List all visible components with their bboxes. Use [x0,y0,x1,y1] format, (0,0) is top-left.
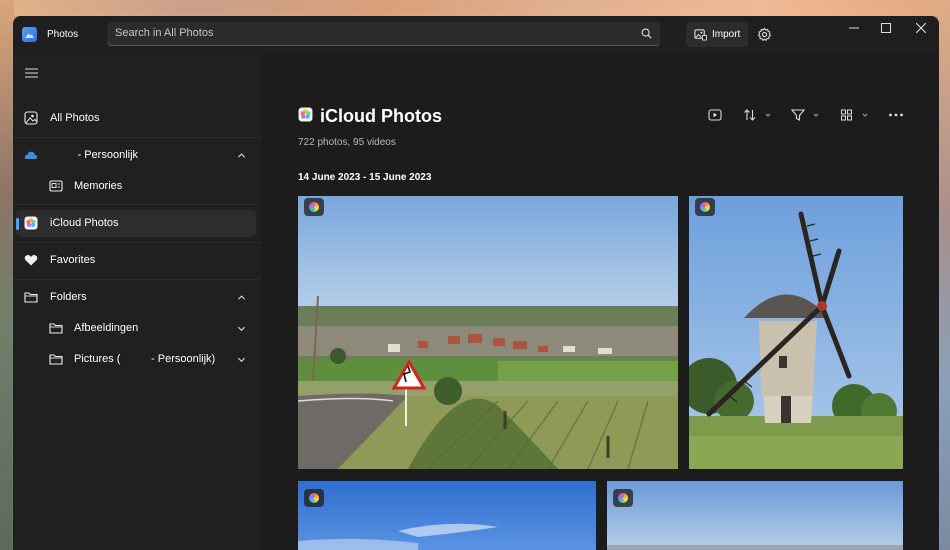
photo-thumbnail[interactable] [607,481,903,550]
photo-windmill [689,196,903,469]
photo-thumbnail[interactable] [298,481,596,550]
icloud-badge-icon [695,198,715,216]
sidebar-divider [13,204,261,205]
item-count: 722 photos, 95 videos [298,137,396,148]
slideshow-icon [708,109,722,121]
sidebar-item-label: iCloud Photos [50,217,119,229]
sidebar-item-label: Afbeeldingen [74,322,139,334]
icloud-photos-icon [298,107,313,122]
sidebar-item-label: Pictures ( - Persoonlijk) [74,353,216,365]
sidebar-item-favorites[interactable]: Favorites [16,247,256,274]
sidebar-item-label: Favorites [50,254,96,266]
photo-thumbnail[interactable] [298,196,678,469]
import-button[interactable]: Import [686,22,748,47]
chevron-down-icon[interactable] [237,355,246,364]
filter-icon [791,109,819,121]
view-icon [841,109,868,121]
import-icon [694,29,707,41]
folder-icon [49,354,63,365]
sidebar-item-pictures[interactable]: Pictures ( - Persoonlijk) [16,346,256,373]
sidebar-item-all-photos[interactable]: All Photos [16,105,256,132]
search-input[interactable]: Search in All Photos [107,22,660,46]
maximize-icon[interactable] [881,23,891,33]
chevron-down-icon[interactable] [237,324,246,333]
sidebar: All Photos - Persoonlijk Memories iCloud… [13,54,261,550]
active-indicator [16,218,19,230]
onedrive-cloud-icon [24,151,38,159]
photo-road-village [298,196,678,469]
heart-icon [24,254,38,266]
folder-icon [49,323,63,334]
more-icon [889,113,903,117]
photo-blue-sky-horizon [607,481,903,550]
chevron-up-icon[interactable] [237,151,246,160]
view-options-button[interactable] [840,108,872,122]
sidebar-divider [13,242,261,243]
slideshow-button[interactable] [708,108,722,122]
folder-icon [24,292,38,303]
photo-blue-sky-clouds [298,481,596,550]
settings-gear-icon[interactable] [757,27,772,42]
more-options-button[interactable] [888,108,904,122]
sidebar-item-label: - Persoonlijk [50,149,139,161]
sidebar-item-onedrive[interactable]: - Persoonlijk [16,142,256,169]
icloud-badge-icon [304,198,324,216]
sort-icon [744,109,771,121]
title-bar: Photos Search in All Photos Import [13,16,939,54]
icloud-badge-icon [613,489,633,507]
desktop-wallpaper-left [0,0,14,550]
sidebar-divider [13,279,261,280]
photos-app-icon [22,27,37,42]
sidebar-item-folders[interactable]: Folders [16,284,256,311]
sidebar-divider [13,137,261,138]
sort-button[interactable] [743,108,775,122]
search-placeholder: Search in All Photos [115,27,214,39]
sidebar-item-icloud-photos[interactable]: iCloud Photos [16,210,256,237]
close-icon[interactable] [916,23,926,33]
desktop-wallpaper-right [938,0,950,550]
desktop-wallpaper [0,0,950,16]
page-title: iCloud Photos [320,106,442,126]
icloud-photos-icon [24,216,38,230]
import-label: Import [712,29,741,40]
date-group-header: 14 June 2023 - 15 June 2023 [298,172,432,183]
icloud-badge-icon [304,489,324,507]
photos-window: Photos Search in All Photos Import All P… [13,16,939,550]
sidebar-item-label: Memories [74,180,123,192]
sidebar-item-label: Folders [50,291,87,303]
sidebar-item-label: All Photos [50,112,100,124]
app-title: Photos [47,29,79,40]
all-photos-icon [24,111,38,125]
filter-button[interactable] [791,108,823,122]
search-icon[interactable] [641,28,652,39]
main-content: iCloud Photos 722 photos, 95 videos 14 J… [261,54,939,550]
minimize-icon[interactable] [849,27,859,37]
photo-thumbnail[interactable] [689,196,903,469]
hamburger-menu-icon[interactable] [25,68,38,78]
memories-icon [49,180,63,192]
chevron-up-icon[interactable] [237,293,246,302]
sidebar-item-memories[interactable]: Memories [16,173,256,200]
sidebar-item-afbeeldingen[interactable]: Afbeeldingen [16,315,256,342]
